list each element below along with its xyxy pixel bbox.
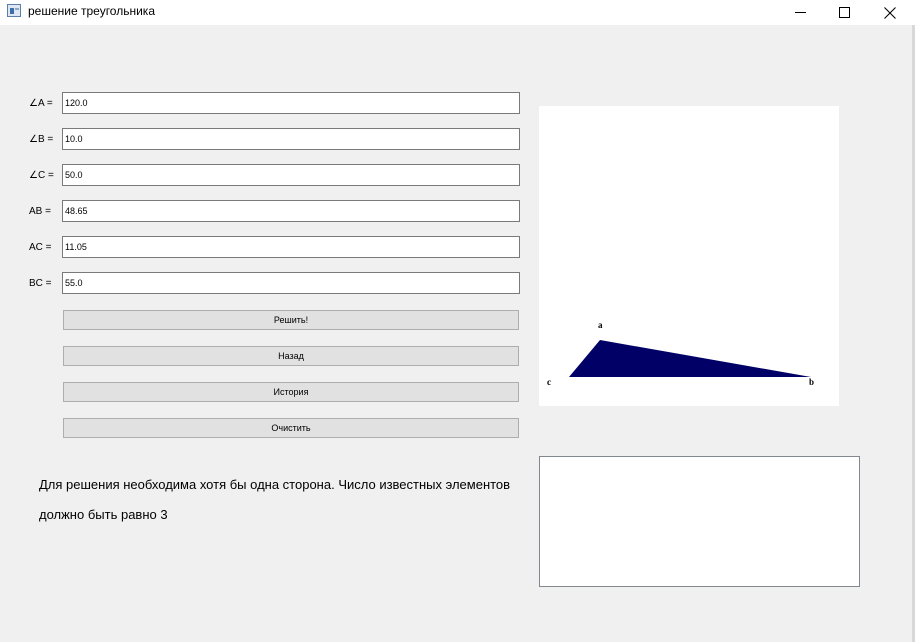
triangle-drawing: a b c [547, 320, 814, 387]
side-bc-label: BC = [29, 278, 52, 289]
status-message: Для решения необходима хотя бы одна стор… [39, 477, 511, 522]
vertex-label-c: c [547, 377, 551, 387]
output-box[interactable] [539, 456, 860, 587]
maximize-button[interactable] [821, 0, 867, 25]
back-button[interactable]: Назад [63, 346, 519, 366]
close-icon [884, 6, 896, 19]
vertex-label-b: b [809, 377, 814, 387]
window-title: решение треугольника [28, 4, 155, 18]
side-ab-label: AB = [29, 206, 51, 217]
angle-c-input[interactable] [62, 164, 520, 186]
angle-b-input[interactable] [62, 128, 520, 150]
side-bc-input[interactable] [62, 272, 520, 294]
side-ab-input[interactable] [62, 200, 520, 222]
solve-button[interactable]: Решить! [63, 310, 519, 330]
clear-button[interactable]: Очистить [63, 418, 519, 438]
side-ac-label: AC = [29, 242, 52, 253]
close-button[interactable] [867, 0, 913, 25]
angle-a-label: ∠A = [29, 98, 53, 109]
minimize-icon [794, 12, 806, 13]
maximize-icon [838, 7, 850, 18]
triangle-canvas: a b c [539, 106, 839, 406]
minimize-button[interactable] [777, 0, 823, 25]
triangle-shape [569, 340, 811, 377]
vertex-label-a: a [598, 320, 603, 330]
side-ac-input[interactable] [62, 236, 520, 258]
app-window-icon [7, 4, 21, 17]
angle-c-label: ∠C = [29, 170, 54, 181]
angle-a-input[interactable] [62, 92, 520, 114]
angle-b-label: ∠B = [29, 134, 54, 145]
title-bar: решение треугольника [0, 0, 915, 25]
history-button[interactable]: История [63, 382, 519, 402]
